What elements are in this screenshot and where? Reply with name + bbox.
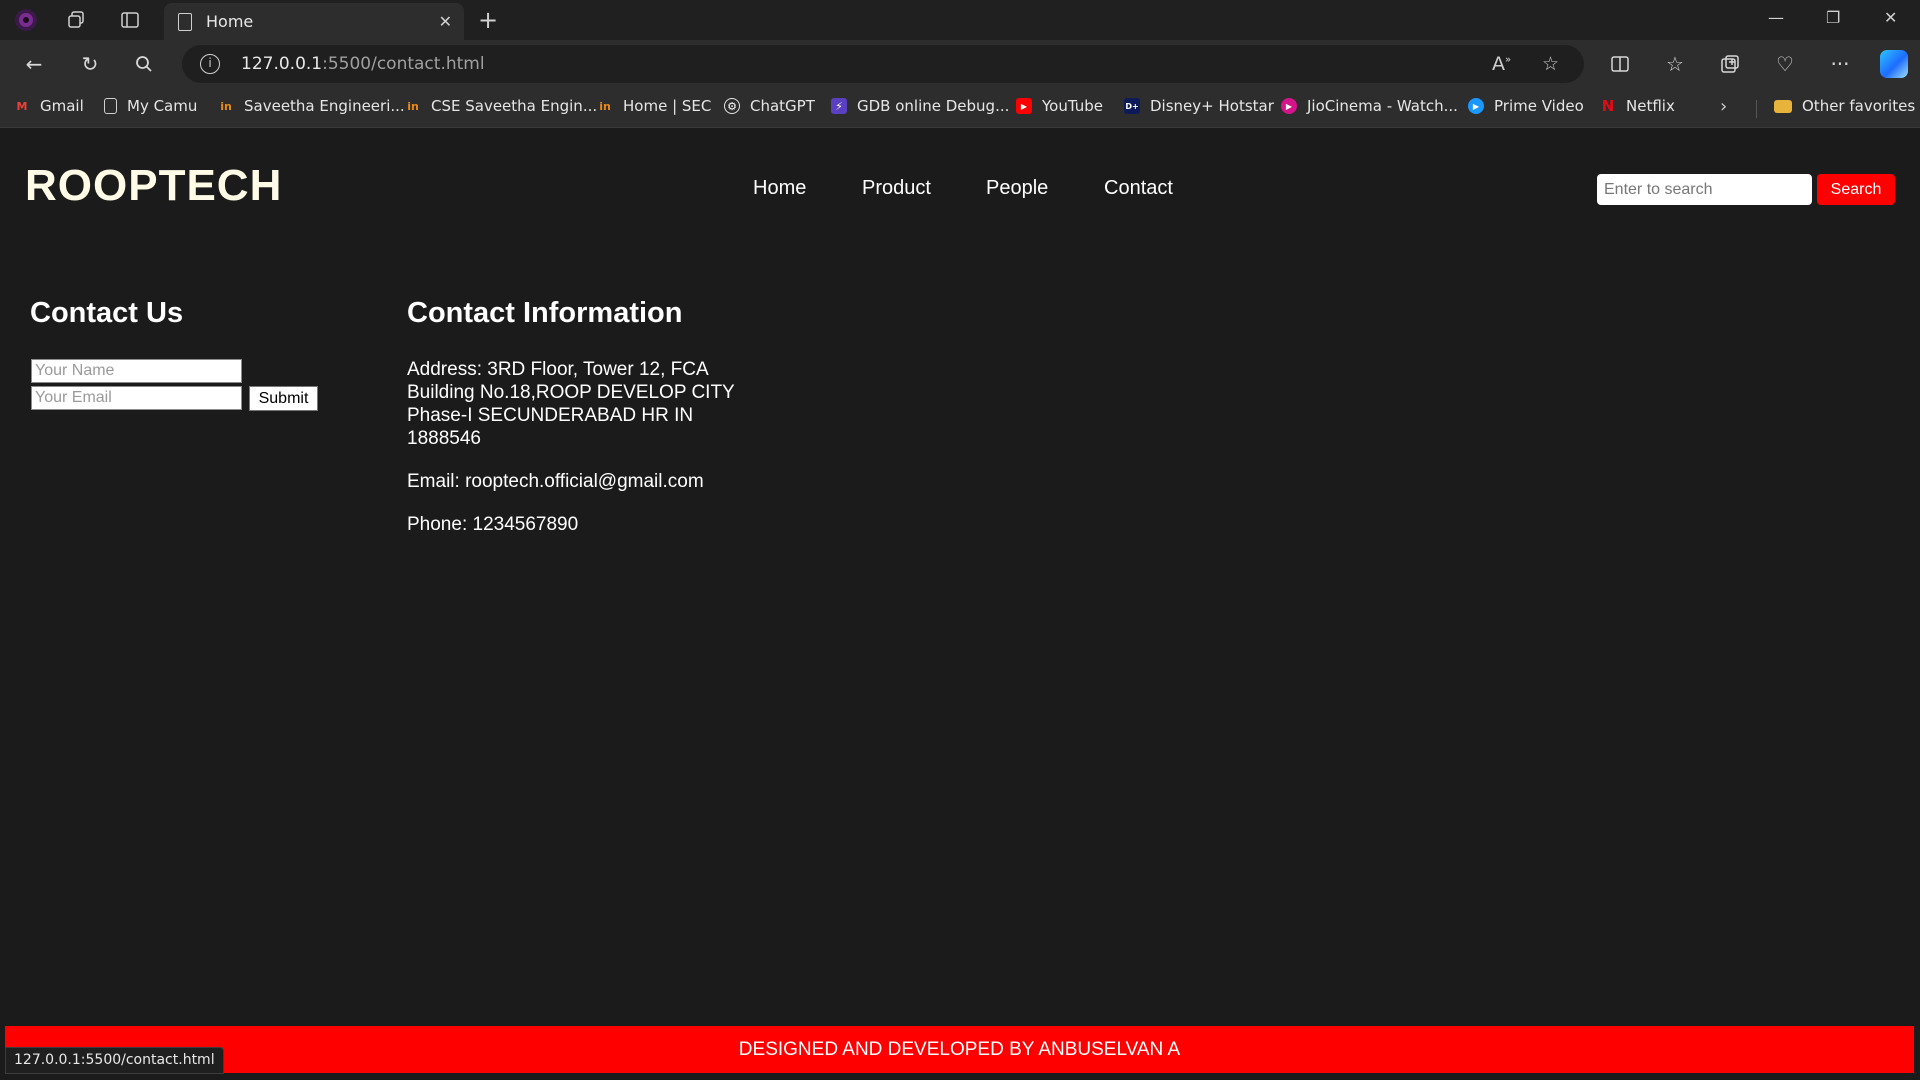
bookmark-netflix[interactable]: N Netflix	[1600, 97, 1675, 115]
search-button[interactable]: Search	[1817, 174, 1895, 205]
page-icon	[178, 12, 192, 31]
contact-info-heading: Contact Information	[407, 297, 683, 329]
chevron-right-icon[interactable]: ›	[1720, 96, 1727, 117]
name-field[interactable]	[31, 359, 242, 383]
read-aloud-icon[interactable]: A»	[1492, 53, 1511, 75]
email-text: Email: rooptech.official@gmail.com	[407, 471, 704, 492]
nav-home[interactable]: Home	[753, 177, 806, 200]
workspaces-icon[interactable]	[64, 8, 88, 32]
close-tab-icon[interactable]: ✕	[439, 12, 452, 31]
bookmark-gmail[interactable]: M Gmail	[14, 97, 84, 115]
page-viewport: ROOPTECH Home Product People Contact Sea…	[5, 129, 1914, 1080]
browser-titlebar: Home ✕ + — ❐ ✕	[0, 0, 1920, 40]
refresh-icon[interactable]: ↻	[76, 50, 104, 78]
bookmark-chatgpt[interactable]: ⚙ ChatGPT	[724, 97, 815, 115]
address-bar[interactable]: i 127.0.0.1:5500/contact.html A» ☆	[182, 45, 1584, 83]
favorite-star-icon[interactable]: ☆	[1542, 53, 1559, 75]
status-url-tooltip: 127.0.0.1:5500/contact.html	[5, 1047, 224, 1074]
minimize-icon[interactable]: —	[1768, 8, 1784, 27]
phone-text: Phone: 1234567890	[407, 514, 579, 535]
netflix-icon: N	[1601, 97, 1615, 115]
email-field[interactable]	[31, 386, 242, 410]
saveetha-icon: in	[220, 99, 232, 113]
more-menu-icon[interactable]: ···	[1826, 50, 1854, 78]
page-icon	[104, 98, 117, 114]
address-url[interactable]: 127.0.0.1:5500/contact.html	[241, 54, 485, 74]
primevideo-icon: ▶	[1468, 98, 1484, 114]
back-icon[interactable]: ←	[20, 50, 48, 78]
profile-avatar-icon[interactable]	[14, 8, 38, 32]
bookmark-my-camu[interactable]: My Camu	[104, 97, 197, 115]
favorites-icon[interactable]: ☆	[1661, 50, 1689, 78]
bookmark-saveetha-engineering[interactable]: in Saveetha Engineeri...	[218, 97, 404, 115]
youtube-icon: ▶	[1016, 98, 1032, 114]
chatgpt-icon: ⚙	[724, 98, 740, 114]
collections-icon[interactable]	[1716, 50, 1744, 78]
gmail-icon: M	[16, 99, 28, 113]
hotstar-icon: D+	[1124, 98, 1140, 114]
favorites-bar: M Gmail My Camu in Saveetha Engineeri... i…	[0, 88, 1920, 128]
site-footer: DESIGNED AND DEVELOPED BY ANBUSELVAN A	[5, 1026, 1914, 1073]
window-close-icon[interactable]: ✕	[1884, 8, 1897, 27]
bookmark-disney-hotstar[interactable]: D+ Disney+ Hotstar	[1124, 97, 1274, 115]
tab-title: Home	[206, 12, 254, 31]
browser-essentials-icon[interactable]: ♡	[1771, 50, 1799, 78]
saveetha-icon: in	[407, 99, 419, 113]
gdb-icon: ⚡	[831, 98, 847, 114]
saveetha-icon: in	[599, 99, 611, 113]
nav-contact[interactable]: Contact	[1104, 177, 1173, 200]
search-icon[interactable]	[130, 50, 158, 78]
jiocinema-icon: ▶	[1281, 98, 1297, 114]
bookmark-prime-video[interactable]: ▶ Prime Video	[1468, 97, 1584, 115]
browser-toolbar: ← ↻ i 127.0.0.1:5500/contact.html A» ☆ ☆…	[0, 40, 1920, 88]
address-line: 1888546	[407, 428, 481, 449]
split-screen-icon[interactable]	[1606, 50, 1634, 78]
site-info-icon[interactable]: i	[200, 54, 220, 74]
address-text: Address: 3RD Floor, Tower 12, FCA Buildi…	[407, 358, 735, 450]
address-line: Address: 3RD Floor, Tower 12, FCA	[407, 359, 709, 380]
bookmarks-divider	[1756, 100, 1757, 118]
new-tab-icon[interactable]: +	[478, 6, 498, 34]
bookmark-youtube[interactable]: ▶ YouTube	[1016, 97, 1103, 115]
bookmark-cse-saveetha[interactable]: in CSE Saveetha Engin...	[405, 97, 597, 115]
folder-icon	[1774, 99, 1792, 113]
contact-us-heading: Contact Us	[30, 297, 184, 329]
bookmark-home-sec[interactable]: in Home | SEC	[597, 97, 711, 115]
restore-icon[interactable]: ❐	[1826, 8, 1840, 27]
copilot-icon[interactable]	[1880, 50, 1908, 78]
footer-credit: DESIGNED AND DEVELOPED BY ANBUSELVAN A	[738, 1038, 1181, 1060]
bookmark-jiocinema[interactable]: ▶ JioCinema - Watch...	[1281, 97, 1458, 115]
bookmark-gdb-online[interactable]: ⚡ GDB online Debug...	[831, 97, 1009, 115]
search-input[interactable]	[1597, 174, 1812, 205]
tab-home[interactable]: Home ✕	[164, 3, 464, 40]
tab-actions-icon[interactable]	[118, 8, 142, 32]
address-line: Phase-I SECUNDERABAD HR IN	[407, 405, 694, 426]
nav-people[interactable]: People	[986, 177, 1048, 200]
site-logo[interactable]: ROOPTECH	[25, 161, 282, 211]
bookmark-other-favorites[interactable]: Other favorites	[1774, 97, 1915, 115]
nav-product[interactable]: Product	[862, 177, 931, 200]
submit-button[interactable]: Submit	[249, 386, 318, 411]
address-line: Building No.18,ROOP DEVELOP CITY	[407, 382, 735, 403]
